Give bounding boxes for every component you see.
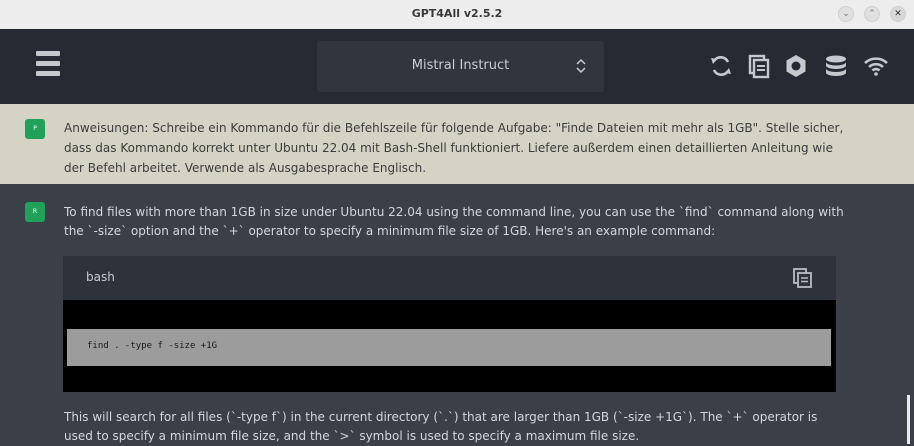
code-language-label: bash [86,270,115,284]
settings-gear-icon[interactable] [783,53,809,79]
network-wifi-icon[interactable] [863,53,889,79]
refresh-icon[interactable] [708,53,734,79]
window-title: GPT4All v2.5.2 [411,7,503,20]
code-block-header: bash [63,256,836,300]
model-name: Mistral Instruct [411,58,510,73]
minimize-button[interactable]: ⌄ [838,6,854,22]
response-explanation-text: This will search for all files (`-type f… [64,410,818,443]
code-command-text: find . -type f -size +1G [87,341,218,351]
prompt-avatar: P [25,119,45,139]
updown-chevron-icon [576,58,586,74]
maximize-button[interactable]: ⌃ [864,6,880,22]
database-icon[interactable] [823,53,849,79]
copy-code-icon[interactable] [792,267,814,289]
code-line: find . -type f -size +1G [67,329,831,366]
response-intro-text: To find files with more than 1GB in size… [64,205,844,238]
copy-conversation-icon[interactable] [746,53,772,79]
model-selector[interactable]: Mistral Instruct [317,41,604,92]
app-header: Mistral Instruct [0,29,914,104]
response-avatar: R [25,202,45,222]
scrollbar[interactable] [907,395,910,444]
window-titlebar: GPT4All v2.5.2 ⌄ ⌃ ✕ [0,0,914,30]
assistant-response-message: R To find files with more than 1GB in si… [0,184,914,444]
user-prompt-message: P Anweisungen: Schreibe ein Kommando für… [0,104,914,184]
hamburger-icon[interactable] [36,51,60,81]
close-button[interactable]: ✕ [890,6,906,22]
prompt-text: Anweisungen: Schreibe ein Kommando für d… [64,121,844,175]
code-block: bash find . -type f -size +1G [63,256,836,392]
